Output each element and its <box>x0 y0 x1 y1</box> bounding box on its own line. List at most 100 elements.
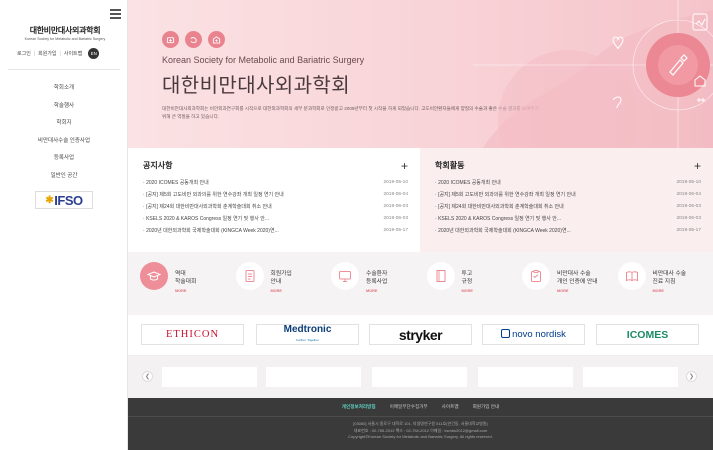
quick-link-membership[interactable]: 회원가입 안내 MORE <box>235 262 332 315</box>
quick-link-label: 등록사업 <box>366 278 388 285</box>
login-link[interactable]: 로그인 <box>14 50 34 57</box>
list-item[interactable]: [공지] 제24회 대한비만대사외과학회 춘계학술대회 취소 안내 2019-06… <box>435 201 701 213</box>
novo-nordisk-logo: novo nordisk <box>501 329 566 340</box>
page: 대한비만대사외과학회 Korean Society for Metabolic … <box>0 0 713 450</box>
join-link[interactable]: 회원가입 <box>35 50 59 57</box>
footer-link-privacy[interactable]: 개인정보처리방침 <box>342 404 376 410</box>
list-item-title: 2020년 대한외과학회 국제학술대회 (KINGCA Week 2020)연.… <box>143 227 279 234</box>
sponsor-medtronic[interactable]: Medtronic Further, Together <box>256 324 359 345</box>
banner-slot[interactable] <box>162 367 257 387</box>
banner-slot[interactable] <box>478 367 573 387</box>
chevron-right-icon[interactable]: ❯ <box>686 371 697 382</box>
activity-more-button[interactable]: + <box>694 160 701 172</box>
sidebar: 대한비만대사외과학회 Korean Society for Metabolic … <box>0 0 128 450</box>
divider <box>128 416 713 417</box>
activity-title: 학회활동 <box>435 161 465 170</box>
novo-nordisk-wordmark: novo nordisk <box>512 329 566 340</box>
notice-more-button[interactable]: + <box>401 160 408 172</box>
banner-slot[interactable] <box>583 367 678 387</box>
list-item-title: [공지] 제5회 고도비만 외과의를 위한 연수강좌 개최 일정 연기 안내 <box>435 191 576 198</box>
language-toggle[interactable]: EN <box>88 48 100 59</box>
ifso-star-icon: ✱ <box>45 194 54 206</box>
notice-list: 2020 ICOMES 공동개최 안내 2019-05-10 [공지] 제5회 고… <box>143 177 408 236</box>
list-item[interactable]: 2020 ICOMES 공동개최 안내 2019-05-10 <box>143 177 408 189</box>
quick-link-label: 비만대사 수술 <box>557 271 591 277</box>
notice-board: 공지사항 + 2020 ICOMES 공동개최 안내 2019-05-10 [공지… <box>128 148 420 252</box>
logo-korean: 대한비만대사외과학회 <box>29 26 101 35</box>
sidebar-item-journal[interactable]: 학회지 <box>0 117 128 135</box>
list-item-date: 2019-06-03 <box>676 203 701 209</box>
list-item[interactable]: [공지] 제5회 고도비만 외과의를 위한 연수강좌 개최 일정 연기 안내 20… <box>143 189 408 201</box>
footer-link-membership[interactable]: 회원가입 안내 <box>473 404 500 410</box>
hero-banner: Korean Society for Metabolic and Bariatr… <box>128 0 713 148</box>
list-item[interactable]: [공지] 제5회 고도비만 외과의를 위한 연수강좌 개최 일정 연기 안내 20… <box>435 189 701 201</box>
hamburger-menu-icon[interactable] <box>110 9 121 19</box>
apis-bull-icon <box>501 329 511 338</box>
more-link[interactable]: MORE <box>462 288 473 296</box>
sidebar-item-events[interactable]: 학술행사 <box>0 100 128 118</box>
sitemap-link[interactable]: 사이트맵 <box>61 50 85 57</box>
ethicon-logo: ETHICON <box>165 329 220 340</box>
footer-link-email-policy[interactable]: 이메일무단수집거부 <box>390 404 428 410</box>
sidebar-item-certification[interactable]: 비만대사수술 인증사업 <box>0 135 128 153</box>
more-link[interactable]: MORE <box>653 288 687 296</box>
hospital-icon <box>208 31 225 48</box>
activity-list: 2020 ICOMES 공동개최 안내 2019-05-10 [공지] 제5회 고… <box>435 177 701 236</box>
quick-link-label: 안내 <box>270 278 282 285</box>
sponsor-logos: ETHICON Medtronic Further, Together stryk… <box>128 315 713 356</box>
footer-nav: 개인정보처리방침 이메일무단수집거부 사이트맵 회원가입 안내 <box>128 404 713 410</box>
sidebar-item-about[interactable]: 학회소개 <box>0 82 128 100</box>
graduation-cap-icon <box>140 262 168 290</box>
more-link[interactable]: MORE <box>366 288 387 296</box>
quick-link-label: 투고 <box>461 271 473 277</box>
stryker-logo: stryker <box>398 326 443 343</box>
logo-english: Korean Society for Metabolic and Bariatr… <box>24 37 106 41</box>
more-link[interactable]: MORE <box>175 288 196 296</box>
notice-title: 공지사항 <box>143 161 173 170</box>
sponsor-icomes[interactable]: ICOMES <box>596 324 699 345</box>
list-item-date: 2019-06-03 <box>383 215 408 221</box>
list-item-title: 2020 ICOMES 공동개최 안내 <box>435 179 501 186</box>
list-item-title: 2020 ICOMES 공동개최 안내 <box>143 179 209 186</box>
list-item[interactable]: [공지] 제24회 대한비만대사외과학회 춘계학술대회 취소 안내 2019-06… <box>143 201 408 213</box>
quick-link-guidelines[interactable]: 비만대사 수술 진료 지침 MORE <box>617 262 713 315</box>
list-item-title: [공지] 제24회 대한비만대사외과학회 춘계학술대회 취소 안내 <box>435 203 564 210</box>
more-link[interactable]: MORE <box>271 288 292 296</box>
sidebar-item-registry[interactable]: 등록사업 <box>0 152 128 170</box>
quick-link-individual-certification[interactable]: 비만대사 수술 개인 인증에 안내 MORE <box>522 262 618 315</box>
sponsor-ethicon[interactable]: ETHICON <box>141 324 244 345</box>
more-link[interactable]: MORE <box>557 288 598 296</box>
sidebar-menu: 학회소개 학술행사 학회지 비만대사수술 인증사업 등록사업 일반인 공간 <box>0 82 128 188</box>
site-logo[interactable]: 대한비만대사외과학회 Korean Society for Metabolic … <box>10 25 120 41</box>
quick-link-patient-registry[interactable]: 수술환자 등록사업 MORE <box>331 262 427 315</box>
quick-link-label: 비만대사 수술 <box>652 271 687 277</box>
book-icon <box>426 262 455 290</box>
list-item-title: [공지] 제5회 고도비만 외과의를 위한 연수강좌 개최 일정 연기 안내 <box>143 191 284 198</box>
banner-slot[interactable] <box>372 367 467 387</box>
activity-board: 학회활동 + 2020 ICOMES 공동개최 안내 2019-05-10 [공지… <box>420 148 713 252</box>
chevron-left-icon[interactable]: ❮ <box>142 371 153 382</box>
sidebar-item-public[interactable]: 일반인 공간 <box>0 170 128 188</box>
quick-link-submission-rules[interactable]: 투고 규정 MORE <box>426 262 523 315</box>
list-item[interactable]: 2020 ICOMES 공동개최 안내 2019-05-10 <box>435 177 701 189</box>
medical-illustration-icon <box>473 0 713 148</box>
list-item-date: 2019-06-03 <box>383 203 408 209</box>
icomes-logo: ICOMES <box>626 328 669 341</box>
list-item-date: 2019-06-04 <box>676 192 701 198</box>
quick-link-label: 진료 지침 <box>652 278 676 285</box>
banner-slot[interactable] <box>266 367 361 387</box>
quick-link-past-conferences[interactable]: 역대 학술대회 MORE <box>140 262 236 315</box>
hero-title-korean: 대한비만대사외과학회 <box>162 75 350 97</box>
quick-link-label: 학술대회 <box>175 278 197 285</box>
list-item[interactable]: KSELS 2020 & KAROS Congress 일정 연기 및 행사 안… <box>143 212 408 224</box>
footer-link-sitemap[interactable]: 사이트맵 <box>442 404 459 410</box>
list-item[interactable]: KSELS 2020 & KAROS Congress 일정 연기 및 행사 안… <box>435 212 701 224</box>
list-item[interactable]: 2020년 대한외과학회 국제학술대회 (KINGCA Week 2020)연.… <box>435 224 701 236</box>
list-item[interactable]: 2020년 대한외과학회 국제학술대회 (KINGCA Week 2020)연.… <box>143 224 408 236</box>
sponsor-stryker[interactable]: stryker <box>369 324 472 345</box>
sponsor-novo-nordisk[interactable]: novo nordisk <box>482 324 585 345</box>
quick-link-label: 개인 인증에 안내 <box>557 278 598 285</box>
ifso-logo[interactable]: ✱ IFSO <box>35 191 93 209</box>
quick-links: 역대 학술대회 MORE 회원가입 안내 MORE 수술환자 등록사업 MORE 투고 규정 M… <box>128 252 713 315</box>
banner-slider: ❮ ❯ <box>128 356 713 398</box>
